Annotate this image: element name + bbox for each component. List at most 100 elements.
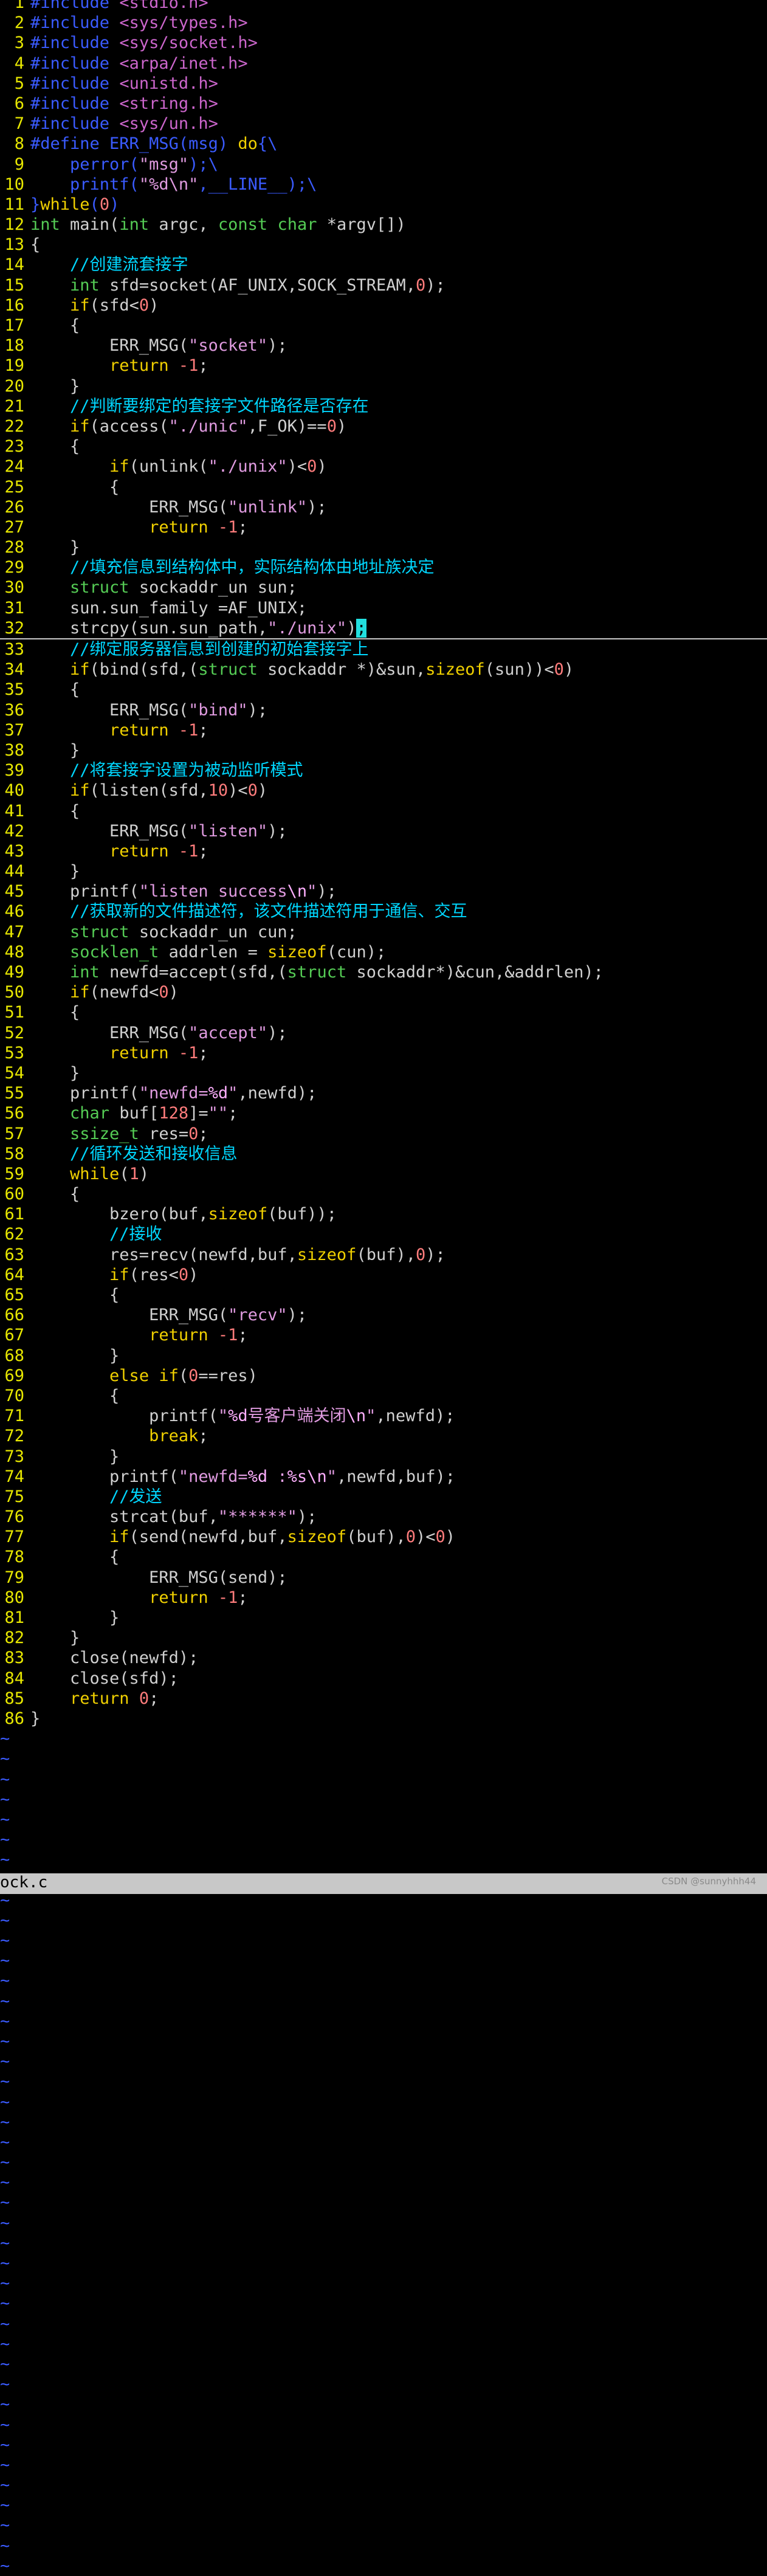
code-line[interactable]: 86} (0, 1709, 767, 1729)
code-line[interactable]: 27 return -1; (0, 517, 767, 537)
code-line[interactable]: 63 res=recv(newfd,buf,sizeof(buf),0); (0, 1245, 767, 1265)
code-line[interactable]: 77 if(send(newfd,buf,sizeof(buf),0)<0) (0, 1527, 767, 1547)
code-line[interactable]: 12 int main(int argc, const char *argv[]) (0, 215, 767, 235)
code-line[interactable]: 18 ERR_MSG("socket"); (0, 336, 767, 356)
code-line[interactable]: 85 return 0; (0, 1689, 767, 1709)
code-line[interactable]: 70 { (0, 1386, 767, 1406)
empty-line-tilde: ~ (0, 2294, 10, 2313)
code-line[interactable]: 1 #include <stdio.h> (0, 0, 767, 13)
code-line[interactable]: 75 //发送 (0, 1487, 767, 1507)
code-line[interactable]: 24 if(unlink("./unix")<0) (0, 456, 767, 477)
line-number: 65 (4, 1286, 24, 1304)
code-line[interactable]: 15 int sfd=socket(AF_UNIX,SOCK_STREAM,0)… (0, 275, 767, 295)
code-line[interactable]: 50 if(newfd<0) (0, 982, 767, 1002)
code-line[interactable]: 44 } (0, 861, 767, 881)
code-line[interactable]: 45 printf("listen success\n"); (0, 881, 767, 901)
code-line[interactable]: 54 } (0, 1063, 767, 1083)
code-line[interactable]: 51 { (0, 1002, 767, 1022)
code-line[interactable]: 55 printf("newfd=%d",newfd); (0, 1083, 767, 1103)
code-line[interactable]: 36 ERR_MSG("bind"); (0, 700, 767, 720)
code-line[interactable]: 65 { (0, 1285, 767, 1305)
line-number: 47 (4, 922, 24, 942)
code-line[interactable]: 14 //创建流套接字 (0, 255, 767, 275)
code-token: "newfd= (178, 1467, 248, 1486)
code-line[interactable]: 9 perror("msg");\ (0, 154, 767, 174)
code-line[interactable]: 67 return -1; (0, 1325, 767, 1345)
code-line[interactable]: 32 strcpy(sun.sun_path,"./unix"); (0, 618, 767, 639)
code-line[interactable]: 64 if(res<0) (0, 1265, 767, 1285)
code-token: ( (119, 1164, 129, 1183)
code-line[interactable]: 76 strcat(buf,"******"); (0, 1507, 767, 1527)
code-token: 0 (435, 1527, 445, 1547)
code-line[interactable]: 39 //将套接字设置为被动监听模式 (0, 760, 767, 780)
code-line[interactable]: 35 { (0, 680, 767, 700)
code-line[interactable]: 40 if(listen(sfd,10)<0) (0, 780, 767, 801)
code-line[interactable]: 46 //获取新的文件描述符，该文件描述符用于通信、交互 (0, 901, 767, 921)
code-line[interactable]: 37 return -1; (0, 720, 767, 740)
code-line[interactable]: 5 #include <unistd.h> (0, 74, 767, 94)
code-line[interactable]: 61 bzero(buf,sizeof(buf)); (0, 1204, 767, 1224)
code-line[interactable]: 26 ERR_MSG("unlink"); (0, 497, 767, 517)
code-line[interactable]: 25 { (0, 477, 767, 497)
code-line[interactable]: 42 ERR_MSG("listen"); (0, 821, 767, 841)
code-line[interactable]: 56 char buf[128]=""; (0, 1103, 767, 1123)
code-token: sizeof (297, 1245, 357, 1264)
code-token: "recv" (228, 1306, 287, 1325)
code-line[interactable]: 69 else if(0==res) (0, 1366, 767, 1386)
line-number: 38 (4, 740, 24, 760)
code-line[interactable]: 31 sun.sun_family =AF_UNIX; (0, 598, 767, 618)
code-line[interactable]: 23 { (0, 436, 767, 456)
code-line[interactable]: 8 #define ERR_MSG(msg) do{\ (0, 134, 767, 154)
code-line[interactable]: 66 ERR_MSG("recv"); (0, 1305, 767, 1325)
code-line[interactable]: 58 //循环发送和接收信息 (0, 1144, 767, 1164)
line-number: 50 (4, 983, 24, 1002)
code-line[interactable]: 30 struct sockaddr_un sun; (0, 577, 767, 598)
code-line[interactable]: 38 } (0, 740, 767, 760)
code-line[interactable]: 3 #include <sys/socket.h> (0, 33, 767, 53)
code-editor[interactable]: 1 #include <stdio.h> 2 #include <sys/types.… (0, 0, 767, 2576)
code-line[interactable]: 48 socklen_t addrlen = sizeof(cun); (0, 942, 767, 962)
code-line[interactable]: 68 } (0, 1346, 767, 1366)
code-line[interactable]: 28 } (0, 537, 767, 557)
code-line[interactable]: 59 while(1) (0, 1164, 767, 1184)
code-line[interactable]: 73 } (0, 1447, 767, 1467)
code-line[interactable]: 80 return -1; (0, 1588, 767, 1608)
code-line[interactable]: 19 return -1; (0, 356, 767, 376)
code-line[interactable]: 78 { (0, 1547, 767, 1567)
code-line[interactable]: 2 #include <sys/types.h> (0, 13, 767, 33)
code-line[interactable]: 10 printf("%d\n",__LINE__);\ (0, 174, 767, 195)
code-line[interactable]: 57 ssize_t res=0; (0, 1124, 767, 1144)
code-line[interactable]: 71 printf("%d号客户端关闭\n",newfd); (0, 1406, 767, 1426)
code-line[interactable]: 49 int newfd=accept(sfd,(struct sockaddr… (0, 962, 767, 982)
code-line[interactable]: 7 #include <sys/un.h> (0, 114, 767, 134)
code-line[interactable]: 81 } (0, 1608, 767, 1628)
code-line[interactable]: 29 //填充信息到结构体中，实际结构体由地址族决定 (0, 557, 767, 577)
code-line[interactable]: 62 //接收 (0, 1224, 767, 1244)
code-line[interactable]: 6 #include <string.h> (0, 94, 767, 114)
code-token: sun.sun_family =AF_UNIX; (30, 598, 308, 618)
code-line[interactable]: 47 struct sockaddr_un cun; (0, 922, 767, 942)
code-line[interactable]: 20 } (0, 376, 767, 396)
code-line[interactable]: 11}while(0) (0, 195, 767, 215)
code-line[interactable]: 4 #include <arpa/inet.h> (0, 53, 767, 74)
code-token: strcat(buf, (30, 1507, 218, 1527)
code-line[interactable]: 43 return -1; (0, 841, 767, 861)
code-line[interactable]: 17 { (0, 315, 767, 336)
code-line[interactable]: 82 } (0, 1628, 767, 1648)
code-line[interactable]: 84 close(sfd); (0, 1669, 767, 1689)
code-line[interactable]: 83 close(newfd); (0, 1648, 767, 1668)
code-line[interactable]: 21 //判断要绑定的套接字文件路径是否存在 (0, 396, 767, 416)
code-line[interactable]: 34 if(bind(sfd,(struct sockaddr *)&sun,s… (0, 659, 767, 680)
code-line[interactable]: 22 if(access("./unic",F_OK)==0) (0, 416, 767, 436)
code-line[interactable]: 13 { (0, 235, 767, 255)
code-line[interactable]: 60 { (0, 1184, 767, 1204)
code-line[interactable]: 53 return -1; (0, 1043, 767, 1063)
code-line[interactable]: 33 //绑定服务器信息到创建的初始套接字上 (0, 639, 767, 659)
code-line[interactable]: 16 if(sfd<0) (0, 295, 767, 315)
code-line[interactable]: 74 printf("newfd=%d :%s\n",newfd,buf); (0, 1467, 767, 1487)
code-line[interactable]: 41 { (0, 801, 767, 821)
code-line[interactable]: 72 break; (0, 1426, 767, 1446)
code-line[interactable]: 52 ERR_MSG("accept"); (0, 1023, 767, 1043)
code-line[interactable]: 79 ERR_MSG(send); (0, 1568, 767, 1588)
